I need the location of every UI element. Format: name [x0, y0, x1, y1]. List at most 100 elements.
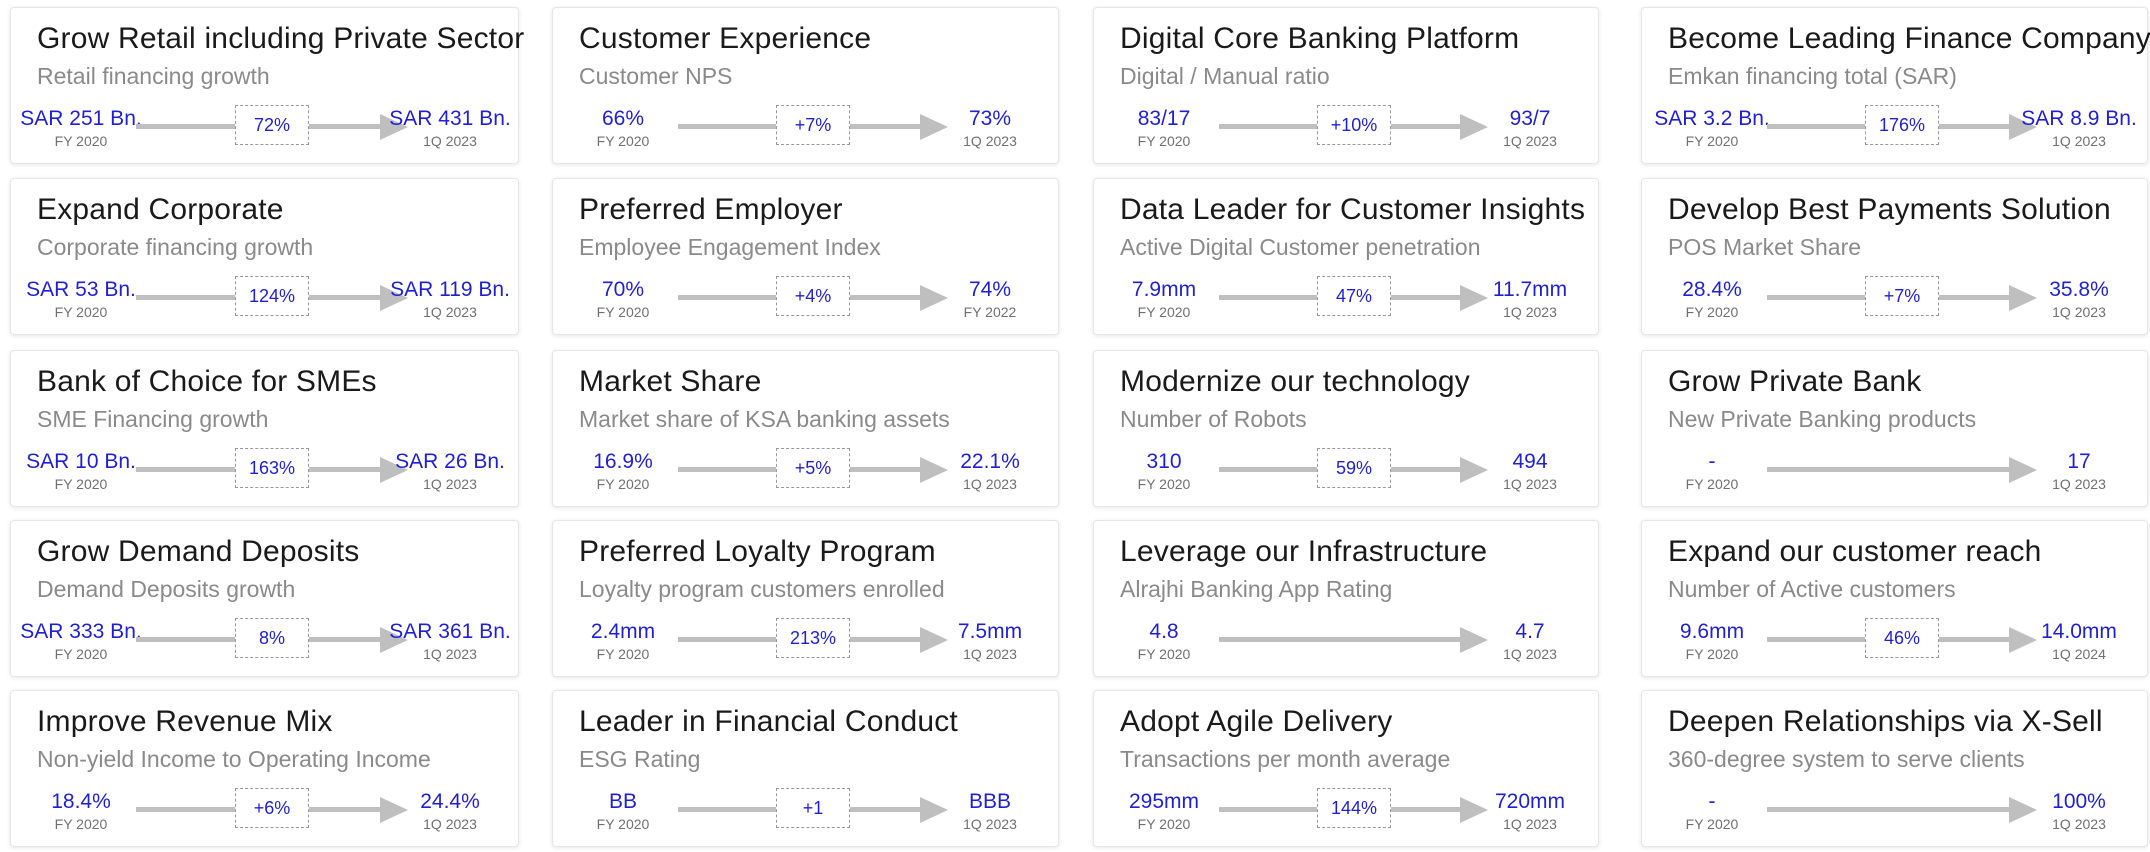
- current-period: 1Q 2023: [963, 646, 1017, 662]
- current-value: SAR 361 Bn.: [389, 620, 511, 643]
- card-title: Leverage our Infrastructure: [1120, 535, 1488, 568]
- current-value: SAR 26 Bn.: [395, 450, 505, 473]
- kpi-card-improve-revenue-mix: Improve Revenue Mix Non-yield Income to O…: [10, 690, 519, 847]
- card-title: Expand Corporate: [37, 193, 284, 226]
- card-title: Improve Revenue Mix: [37, 705, 333, 738]
- current-period: 1Q 2023: [423, 646, 477, 662]
- current-period: 1Q 2023: [1503, 476, 1557, 492]
- kpi-card-develop-best-payments-solution: Develop Best Payments Solution POS Market…: [1641, 178, 2148, 335]
- progress-arrow: [1219, 637, 1460, 642]
- change-badge: 46%: [1865, 618, 1939, 658]
- baseline-period: FY 2020: [54, 816, 108, 832]
- baseline-period: FY 2020: [1685, 476, 1739, 492]
- card-metric: Number of Active customers: [1668, 576, 1956, 602]
- current-value: 7.5mm: [957, 620, 1023, 643]
- card-metric: Loyalty program customers enrolled: [579, 576, 945, 602]
- baseline-period: FY 2020: [1685, 646, 1739, 662]
- card-metric: Employee Engagement Index: [579, 234, 881, 260]
- card-title: Modernize our technology: [1120, 365, 1471, 398]
- card-metric: Alrajhi Banking App Rating: [1120, 576, 1393, 602]
- current-period: FY 2022: [963, 304, 1017, 320]
- card-title: Data Leader for Customer Insights: [1120, 193, 1586, 226]
- current-value: BBB: [968, 790, 1012, 813]
- baseline-period: FY 2020: [1137, 646, 1191, 662]
- kpi-card-grow-demand-deposits: Grow Demand Deposits Demand Deposits grow…: [10, 520, 519, 677]
- kpi-card-bank-of-choice-for-smes: Bank of Choice for SMEs SME Financing gro…: [10, 350, 519, 507]
- change-badge: +7%: [1865, 276, 1939, 316]
- change-badge: 144%: [1317, 788, 1391, 828]
- current-period: 1Q 2023: [2052, 304, 2106, 320]
- current-value: SAR 8.9 Bn.: [2021, 107, 2137, 130]
- baseline-period: FY 2020: [1137, 133, 1191, 149]
- kpi-card-deepen-relationships-via-x-sell: Deepen Relationships via X-Sell 360-degre…: [1641, 690, 2148, 847]
- current-value: 100%: [2052, 790, 2106, 813]
- current-period: 1Q 2023: [423, 304, 477, 320]
- current-value: 11.7mm: [1492, 278, 1568, 301]
- card-metric: 360-degree system to serve clients: [1668, 746, 2025, 772]
- current-value: 720mm: [1494, 790, 1566, 813]
- current-period: 1Q 2023: [2052, 476, 2106, 492]
- change-badge: +7%: [776, 105, 850, 145]
- card-metric: Active Digital Customer penetration: [1120, 234, 1481, 260]
- kpi-card-leverage-our-infrastructure: Leverage our Infrastructure Alrajhi Banki…: [1093, 520, 1599, 677]
- current-value: 14.0mm: [2041, 620, 2117, 643]
- baseline-period: FY 2020: [54, 476, 108, 492]
- card-title: Grow Private Bank: [1668, 365, 1922, 398]
- baseline-period: FY 2020: [1685, 816, 1739, 832]
- baseline-period: FY 2020: [596, 476, 650, 492]
- baseline-period: FY 2020: [596, 133, 650, 149]
- progress-arrow: [1767, 807, 2009, 812]
- change-badge: 72%: [235, 105, 309, 145]
- card-title: Leader in Financial Conduct: [579, 705, 958, 738]
- baseline-period: FY 2020: [54, 646, 108, 662]
- card-metric: Emkan financing total (SAR): [1668, 63, 1957, 89]
- card-title: Preferred Loyalty Program: [579, 535, 936, 568]
- card-metric: Number of Robots: [1120, 406, 1307, 432]
- kpi-grid: Grow Retail including Private Sector Reta…: [0, 0, 2150, 852]
- change-badge: 59%: [1317, 448, 1391, 488]
- card-title: Bank of Choice for SMEs: [37, 365, 377, 398]
- baseline-period: FY 2020: [1137, 304, 1191, 320]
- current-value: 24.4%: [420, 790, 480, 813]
- kpi-card-expand-corporate: Expand Corporate Corporate financing grow…: [10, 178, 519, 335]
- kpi-card-expand-our-customer-reach: Expand our customer reach Number of Activ…: [1641, 520, 2148, 677]
- change-badge: 176%: [1865, 105, 1939, 145]
- card-title: Become Leading Finance Company: [1668, 22, 2150, 55]
- current-value: 4.7: [1515, 620, 1545, 643]
- card-title: Grow Demand Deposits: [37, 535, 360, 568]
- baseline-period: FY 2020: [54, 304, 108, 320]
- change-badge: 163%: [235, 448, 309, 488]
- current-period: 1Q 2023: [963, 133, 1017, 149]
- baseline-period: FY 2020: [596, 816, 650, 832]
- current-period: 1Q 2023: [423, 133, 477, 149]
- change-badge: +4%: [776, 276, 850, 316]
- card-title: Digital Core Banking Platform: [1120, 22, 1520, 55]
- card-title: Customer Experience: [579, 22, 872, 55]
- current-period: 1Q 2023: [1503, 133, 1557, 149]
- change-badge: 8%: [235, 618, 309, 658]
- baseline-period: FY 2020: [54, 133, 108, 149]
- change-badge: +1: [776, 788, 850, 828]
- current-period: 1Q 2023: [423, 476, 477, 492]
- card-metric: Market share of KSA banking assets: [579, 406, 950, 432]
- card-title: Expand our customer reach: [1668, 535, 2042, 568]
- current-value: 93/7: [1509, 107, 1551, 130]
- current-value: 35.8%: [2049, 278, 2109, 301]
- current-period: 1Q 2023: [2052, 133, 2106, 149]
- kpi-card-data-leader-for-customer-insights: Data Leader for Customer Insights Active …: [1093, 178, 1599, 335]
- card-metric: Customer NPS: [579, 63, 733, 89]
- kpi-card-preferred-loyalty-program: Preferred Loyalty Program Loyalty program…: [552, 520, 1059, 677]
- baseline-period: FY 2020: [1685, 133, 1739, 149]
- change-badge: 213%: [776, 618, 850, 658]
- card-metric: POS Market Share: [1668, 234, 1862, 260]
- card-metric: Non-yield Income to Operating Income: [37, 746, 431, 772]
- card-title: Develop Best Payments Solution: [1668, 193, 2111, 226]
- kpi-card-become-leading-finance-company: Become Leading Finance Company Emkan fina…: [1641, 7, 2150, 164]
- card-metric: Demand Deposits growth: [37, 576, 296, 602]
- current-period: 1Q 2023: [963, 476, 1017, 492]
- card-metric: Retail financing growth: [37, 63, 270, 89]
- current-value: 73%: [968, 107, 1012, 130]
- current-period: 1Q 2024: [2052, 646, 2106, 662]
- current-period: 1Q 2023: [2052, 816, 2106, 832]
- baseline-period: FY 2020: [1137, 476, 1191, 492]
